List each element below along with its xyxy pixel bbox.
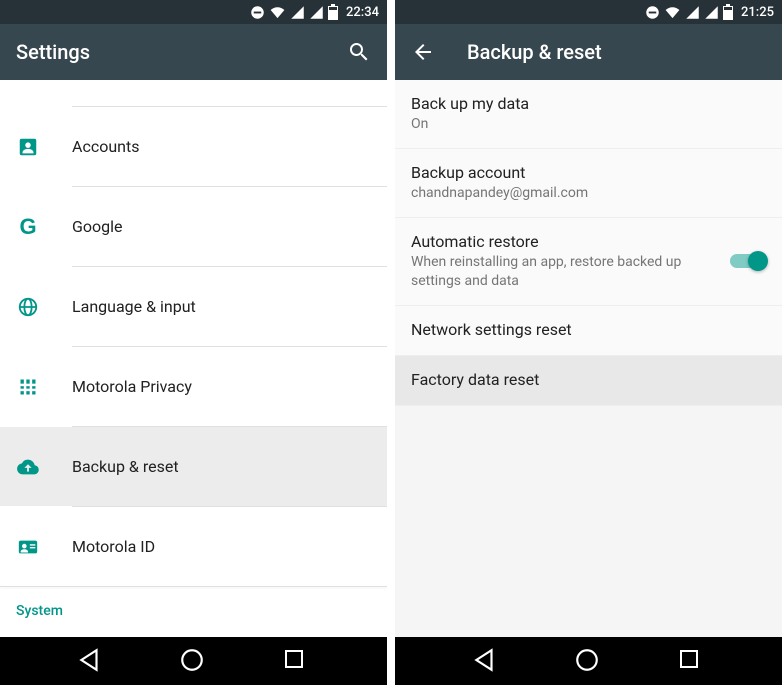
item-title: Backup account [411, 163, 766, 182]
clock: 21:25 [741, 5, 774, 20]
nav-back-button[interactable] [472, 647, 500, 675]
back-arrow-icon [411, 40, 435, 64]
toolbar-left: Settings [0, 24, 387, 80]
item-subtitle: On [411, 115, 766, 134]
accounts-icon [16, 135, 40, 159]
signal-icon-2 [704, 5, 719, 20]
settings-item-google[interactable]: G Google [0, 187, 387, 266]
settings-item-language[interactable]: Language & input [0, 267, 387, 346]
switch-thumb [748, 251, 768, 271]
backup-reset-list: Back up my data On Backup account chandn… [395, 80, 782, 637]
nav-back-button[interactable] [77, 647, 105, 675]
settings-item-backup[interactable]: Backup & reset [0, 427, 387, 506]
dnd-icon [250, 5, 265, 20]
settings-label: Backup & reset [72, 457, 179, 476]
battery-icon [328, 4, 338, 20]
settings-label: Motorola Privacy [72, 377, 192, 396]
nav-bar [0, 637, 387, 685]
settings-label: Motorola ID [72, 537, 155, 556]
automatic-restore-toggle[interactable] [730, 251, 766, 271]
item-subtitle: chandnapandey@gmail.com [411, 184, 766, 203]
nav-recent-button[interactable] [282, 647, 310, 675]
status-bar-left: 22:34 [0, 0, 387, 24]
status-bar-right: 21:25 [395, 0, 782, 24]
google-icon: G [16, 215, 40, 239]
nav-bar [395, 637, 782, 685]
wifi-icon [664, 5, 681, 20]
dnd-icon [645, 5, 660, 20]
settings-label: Language & input [72, 297, 196, 316]
clock: 22:34 [346, 5, 379, 20]
item-title: Automatic restore [411, 232, 720, 251]
signal-icon-2 [309, 5, 324, 20]
backup-my-data-item[interactable]: Back up my data On [395, 80, 782, 149]
search-icon [347, 40, 371, 64]
back-button[interactable] [411, 40, 435, 64]
backup-account-item[interactable]: Backup account chandnapandey@gmail.com [395, 149, 782, 218]
settings-list: Accounts G Google Language & input Motor… [0, 80, 387, 637]
wifi-icon [269, 5, 286, 20]
settings-item-partial[interactable] [0, 80, 387, 106]
settings-screen: 22:34 Settings Accounts G Google La [0, 0, 387, 685]
settings-item-privacy[interactable]: Motorola Privacy [0, 347, 387, 426]
battery-icon [723, 4, 733, 20]
nav-recent-button[interactable] [677, 647, 705, 675]
page-title: Settings [16, 40, 347, 64]
privacy-icon [16, 375, 40, 399]
item-title: Network settings reset [411, 320, 766, 339]
settings-item-accounts[interactable]: Accounts [0, 107, 387, 186]
settings-item-motorola-id[interactable]: Motorola ID [0, 507, 387, 586]
page-title: Backup & reset [467, 40, 766, 64]
toolbar-right: Backup & reset [395, 24, 782, 80]
factory-data-reset-item[interactable]: Factory data reset [395, 356, 782, 406]
signal-icon [290, 5, 305, 20]
globe-icon [16, 295, 40, 319]
network-settings-reset-item[interactable]: Network settings reset [395, 306, 782, 356]
section-label-system: System [0, 587, 387, 619]
settings-label: Google [72, 217, 123, 236]
nav-home-button[interactable] [574, 647, 602, 675]
item-subtitle: When reinstalling an app, restore backed… [411, 253, 720, 291]
settings-label: Accounts [72, 137, 139, 156]
automatic-restore-item[interactable]: Automatic restore When reinstalling an a… [395, 218, 782, 306]
signal-icon [685, 5, 700, 20]
backup-icon [16, 455, 40, 479]
item-title: Factory data reset [411, 370, 766, 389]
backup-reset-screen: 21:25 Backup & reset Back up my data On … [395, 0, 782, 685]
nav-home-button[interactable] [179, 647, 207, 675]
item-title: Back up my data [411, 94, 766, 113]
search-button[interactable] [347, 40, 371, 64]
id-icon [16, 535, 40, 559]
